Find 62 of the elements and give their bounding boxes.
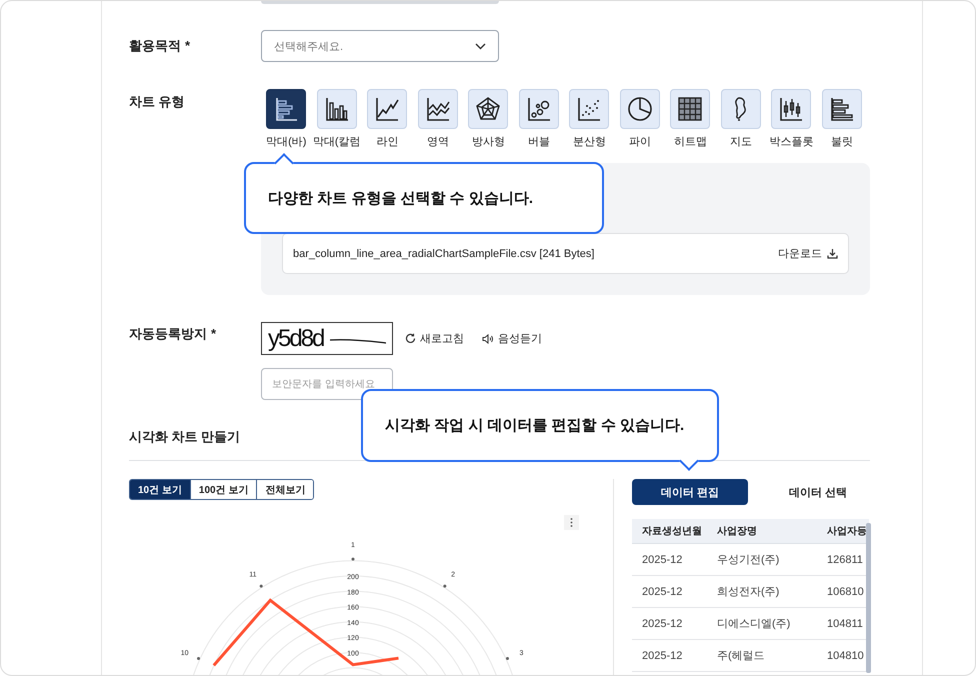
column-header: 사업자등	[826, 525, 868, 538]
required-mark: *	[211, 326, 216, 341]
speaker-icon	[482, 334, 494, 344]
purpose-select[interactable]: 선택해주세요.	[261, 30, 499, 62]
table-cell-text: 2025-12	[641, 586, 684, 598]
captcha-image: y5d8d	[261, 322, 393, 355]
field-label: 차트 유형	[129, 93, 186, 111]
chart-type-button[interactable]	[266, 89, 306, 129]
table-cell-text: 우성기전(주)	[716, 553, 780, 567]
view-count-button[interactable]: 전체보기	[256, 480, 314, 499]
audio-button[interactable]: 음성듣기	[482, 322, 542, 355]
chart-type-label: 지도	[730, 135, 752, 149]
more-icon	[570, 518, 573, 527]
table-cell-text: 2025-12	[641, 618, 684, 630]
section-title: 시각화 차트 만들기	[129, 428, 242, 446]
chart-type-label: 영역	[426, 135, 449, 149]
table-cell-text: 104810	[826, 650, 865, 662]
axis-marker	[443, 584, 446, 588]
refresh-icon	[405, 333, 416, 344]
scrollbar[interactable]	[866, 523, 871, 673]
chart-type-label: 막대(칼럼	[312, 135, 361, 149]
axis-marker	[260, 584, 263, 588]
axis-marker	[197, 656, 200, 660]
data-tab[interactable]: 데이터 선택	[760, 479, 876, 505]
table-cell-text: 디에스디엘(주)	[716, 617, 792, 631]
table-cell-text: 2025-12	[641, 554, 684, 566]
chart-type-label: 불릿	[830, 135, 853, 149]
line-chart-icon	[373, 95, 402, 123]
chevron-down-icon	[475, 42, 486, 50]
field-label: 활용목적 *	[129, 37, 192, 55]
download-button[interactable]: 다운로드	[778, 246, 838, 261]
table-cell-text: 126811	[826, 554, 864, 566]
refresh-button[interactable]: 새로고침	[405, 322, 464, 355]
table-cell-text: 희성전자(주)	[716, 585, 780, 599]
tooltip-text: 다양한 차트 유형을 선택할 수 있습니다.	[268, 188, 534, 208]
heatmap-chart-icon	[676, 95, 704, 123]
chart-type-label: 라인	[376, 135, 398, 149]
chart-menu-button[interactable]	[564, 515, 579, 530]
required-mark: *	[185, 38, 190, 53]
column-header: 사업장명	[716, 525, 758, 538]
view-count-button[interactable]: 10건 보기	[130, 480, 190, 499]
file-name: bar_column_line_area_radialChartSampleFile.csv [241 Bytes]	[293, 248, 594, 260]
data-tab[interactable]: 데이터 편집	[632, 479, 748, 505]
pie-chart-icon	[626, 95, 654, 123]
chart-type-label: 버블	[528, 135, 550, 149]
axis-marker	[506, 656, 509, 660]
column-header: 자료생성년월	[641, 525, 703, 538]
tooltip-text: 시각화 작업 시 데이터를 편집할 수 있습니다.	[385, 416, 684, 435]
captcha-input-field[interactable]: 보안문자를 입력하세요	[261, 368, 393, 400]
chart-type-label: 박스플롯	[769, 135, 814, 149]
chart-type-label: 히트맵	[674, 135, 707, 149]
field-label: 자동등록방지 *	[129, 325, 218, 343]
chart-type-label: 파이	[628, 135, 651, 149]
chart-type-label: 막대(바)	[266, 135, 306, 149]
chart-type-label: 방사형	[472, 135, 505, 149]
chart-type-label: 분산형	[572, 135, 606, 149]
table-cell-text: 104811	[826, 618, 864, 630]
table-cell-text: 2025-12	[641, 650, 684, 662]
table-cell-text: 106810	[826, 586, 865, 598]
table-cell-text: 주(헤럴드	[716, 649, 766, 663]
download-icon	[827, 248, 838, 259]
axis-marker	[352, 558, 354, 561]
